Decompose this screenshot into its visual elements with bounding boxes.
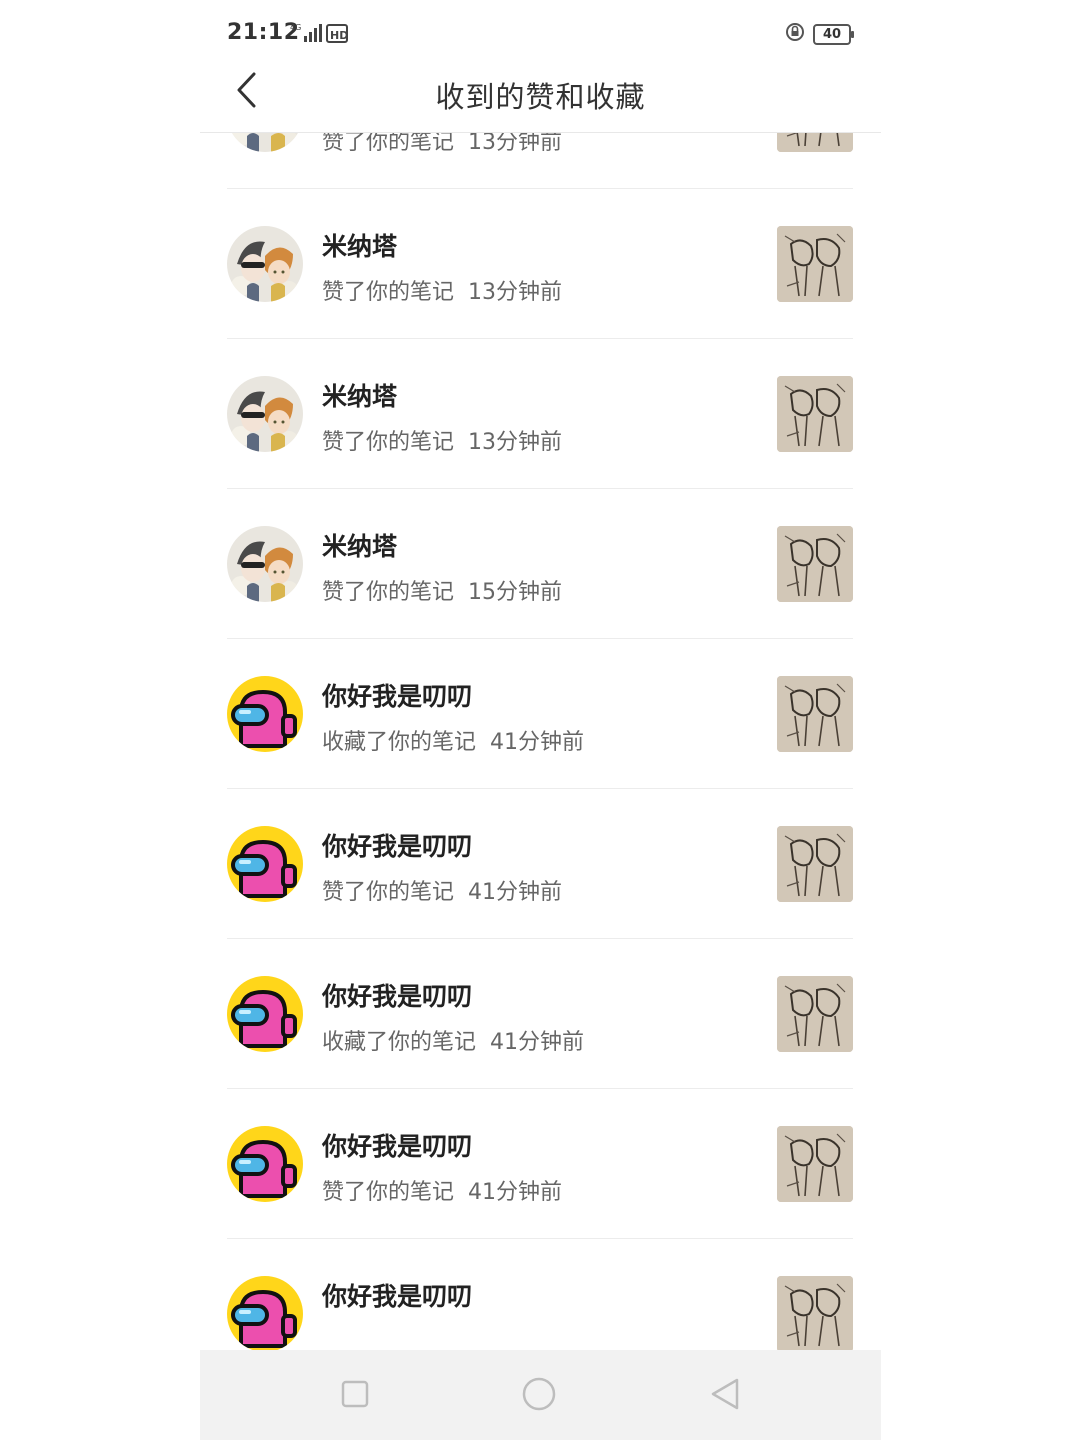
note-thumbnail[interactable] xyxy=(777,526,853,602)
avatar[interactable] xyxy=(227,1126,303,1202)
status-right: 40 xyxy=(785,22,854,46)
action-text: 收藏了你的笔记 xyxy=(322,1030,477,1055)
user-name[interactable]: 你好我是叨叨 xyxy=(322,1277,472,1313)
notification-meta: 收藏了你的笔记 41分钟前 xyxy=(322,1024,584,1056)
crewmate-avatar-icon xyxy=(227,826,303,902)
time-text: 41分钟前 xyxy=(468,880,563,905)
sketch-thumbnail-icon xyxy=(777,226,853,302)
notification-meta: 赞了你的笔记 13分钟前 xyxy=(322,274,562,306)
notification-meta: 收藏了你的笔记 41分钟前 xyxy=(322,724,584,756)
system-back-button[interactable] xyxy=(707,1378,743,1414)
notification-meta: 赞了你的笔记 41分钟前 xyxy=(322,874,562,906)
user-name[interactable]: 米纳塔 xyxy=(322,227,397,263)
notification-meta xyxy=(322,1324,336,1349)
note-thumbnail[interactable] xyxy=(777,676,853,752)
avatar[interactable] xyxy=(227,226,303,302)
note-thumbnail[interactable] xyxy=(777,226,853,302)
user-name[interactable]: 米纳塔 xyxy=(322,377,397,413)
action-text: 收藏了你的笔记 xyxy=(322,730,477,755)
action-text: 赞了你的笔记 xyxy=(322,1180,455,1205)
status-time: 21:12 xyxy=(227,20,300,45)
user-name[interactable]: 你好我是叨叨 xyxy=(322,677,472,713)
user-name[interactable]: 你好我是叨叨 xyxy=(322,1127,472,1163)
circle-icon xyxy=(521,1376,557,1416)
list-item[interactable]: 你好我是叨叨 收藏了你的笔记 41分钟前 xyxy=(200,639,881,789)
system-nav-bar xyxy=(200,1350,881,1440)
home-button[interactable] xyxy=(521,1376,557,1416)
action-text: 赞了你的笔记 xyxy=(322,430,455,455)
note-thumbnail[interactable] xyxy=(777,826,853,902)
note-thumbnail[interactable] xyxy=(777,1276,853,1350)
list-item[interactable]: 米纳塔 赞了你的笔记13分钟前 xyxy=(200,133,881,189)
anime-avatar-icon xyxy=(227,526,303,602)
time-text: 13分钟前 xyxy=(468,430,563,455)
app-screen: 21:12 4G HD 40 收到的赞和收藏 赞了你的笔记 13分钟前 米纳塔 … xyxy=(200,0,881,1440)
sketch-thumbnail-icon xyxy=(777,976,853,1052)
sketch-thumbnail-icon xyxy=(777,526,853,602)
time-text: 41分钟前 xyxy=(490,1030,585,1055)
battery-indicator: 40 xyxy=(813,23,854,45)
note-thumbnail[interactable] xyxy=(777,133,853,152)
page-title: 收到的赞和收藏 xyxy=(435,80,646,114)
time-text: 41分钟前 xyxy=(468,1180,563,1205)
list-item[interactable]: 你好我是叨叨 xyxy=(200,1239,881,1350)
list-item[interactable]: 米纳塔 赞了你的笔记 13分钟前 xyxy=(200,189,881,339)
crewmate-avatar-icon xyxy=(227,1276,303,1350)
time-text: 15分钟前 xyxy=(468,580,563,605)
time-text: 13分钟前 xyxy=(468,280,563,305)
notification-list[interactable]: 米纳塔 赞了你的笔记 13分钟前 米纳塔 赞了你的笔记 13分钟前 xyxy=(200,133,881,1350)
crewmate-avatar-icon xyxy=(227,1126,303,1202)
avatar[interactable] xyxy=(227,826,303,902)
sketch-thumbnail-icon xyxy=(777,676,853,752)
sketch-thumbnail-icon xyxy=(777,133,853,152)
note-thumbnail[interactable] xyxy=(777,976,853,1052)
avatar[interactable] xyxy=(227,976,303,1052)
avatar[interactable] xyxy=(227,1276,303,1350)
sketch-thumbnail-icon xyxy=(777,376,853,452)
status-bar: 21:12 4G HD 40 xyxy=(200,0,881,62)
sketch-thumbnail-icon xyxy=(777,1126,853,1202)
list-item[interactable]: 米纳塔 赞了你的笔记 15分钟前 xyxy=(200,489,881,639)
avatar[interactable] xyxy=(227,526,303,602)
crewmate-avatar-icon xyxy=(227,976,303,1052)
avatar[interactable] xyxy=(227,376,303,452)
svg-text:HD: HD xyxy=(330,29,348,42)
list-item[interactable]: 你好我是叨叨 赞了你的笔记 41分钟前 xyxy=(200,1089,881,1239)
user-name[interactable]: 你好我是叨叨 xyxy=(322,977,472,1013)
notification-meta: 赞了你的笔记 13分钟前 xyxy=(322,133,562,156)
list-item[interactable]: 你好我是叨叨 赞了你的笔记 41分钟前 xyxy=(200,789,881,939)
note-thumbnail[interactable] xyxy=(777,376,853,452)
anime-avatar-icon xyxy=(227,226,303,302)
notification-meta: 赞了你的笔记 15分钟前 xyxy=(322,574,562,606)
sketch-thumbnail-icon xyxy=(777,1276,853,1350)
svg-text:4G: 4G xyxy=(290,23,301,32)
time-text: 41分钟前 xyxy=(490,730,585,755)
sketch-thumbnail-icon xyxy=(777,826,853,902)
user-name[interactable]: 你好我是叨叨 xyxy=(322,827,472,863)
list-item[interactable]: 你好我是叨叨 收藏了你的笔记 41分钟前 xyxy=(200,939,881,1089)
time-text: 13分钟前 xyxy=(468,133,563,155)
notification-meta: 赞了你的笔记 13分钟前 xyxy=(322,424,562,456)
square-icon xyxy=(340,1379,370,1413)
list-item[interactable]: 米纳塔 赞了你的笔记 13分钟前 xyxy=(200,339,881,489)
top-nav: 收到的赞和收藏 xyxy=(200,62,881,133)
anime-avatar-icon xyxy=(227,376,303,452)
triangle-back-icon xyxy=(709,1377,741,1415)
avatar[interactable] xyxy=(227,676,303,752)
anime-avatar-icon xyxy=(227,133,303,152)
signal-icon: 4G HD xyxy=(290,22,352,48)
notification-meta: 赞了你的笔记 41分钟前 xyxy=(322,1174,562,1206)
user-name[interactable]: 米纳塔 xyxy=(322,527,397,563)
avatar[interactable] xyxy=(227,133,303,152)
action-text: 赞了你的笔记 xyxy=(322,133,455,155)
note-thumbnail[interactable] xyxy=(777,1126,853,1202)
action-text: 赞了你的笔记 xyxy=(322,280,455,305)
action-text: 赞了你的笔记 xyxy=(322,880,455,905)
crewmate-avatar-icon xyxy=(227,676,303,752)
recent-apps-button[interactable] xyxy=(337,1378,373,1414)
action-text: 赞了你的笔记 xyxy=(322,580,455,605)
lock-rotation-icon xyxy=(785,22,805,46)
